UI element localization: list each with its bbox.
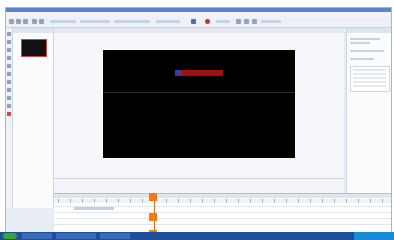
record-icon[interactable] — [205, 19, 210, 24]
taskbar-item[interactable] — [56, 233, 96, 239]
ruler-tick — [334, 199, 335, 202]
ruler-tick — [298, 199, 299, 202]
toolbar-group-5[interactable] — [216, 20, 230, 23]
ruler-tick — [370, 199, 371, 202]
ruler-tick — [214, 199, 215, 202]
timeline-ruler[interactable] — [54, 199, 391, 203]
tools-panel — [6, 28, 13, 208]
taskbar-item[interactable] — [22, 233, 52, 239]
ruler-tick — [250, 199, 251, 202]
fill-tool-icon[interactable] — [7, 104, 11, 108]
timeline-track — [54, 218, 391, 219]
timeline-panel — [54, 193, 391, 236]
text-tool-icon[interactable] — [7, 40, 11, 44]
line-tool-icon[interactable] — [7, 56, 11, 60]
property-table[interactable] — [350, 66, 390, 92]
ruler-tick — [58, 199, 59, 202]
start-button[interactable] — [3, 233, 17, 239]
shape-tool-icon[interactable] — [7, 48, 11, 52]
highlight-tool-icon[interactable] — [7, 80, 11, 84]
ruler-tick — [118, 199, 119, 202]
ruler-tick — [106, 199, 107, 202]
property-row[interactable] — [353, 85, 386, 87]
slides-panel — [13, 28, 54, 208]
logo-icon — [175, 70, 182, 76]
cut-icon[interactable] — [236, 19, 241, 24]
new-icon[interactable] — [9, 19, 14, 24]
undo-icon[interactable] — [32, 19, 37, 24]
system-tray — [354, 232, 394, 240]
toolbar-group-1[interactable] — [50, 20, 76, 23]
paste-icon[interactable] — [252, 19, 257, 24]
timeline-track — [54, 224, 391, 225]
ruler-tick — [286, 199, 287, 202]
ruler-tick — [94, 199, 95, 202]
toolbar-group-3[interactable] — [114, 20, 150, 23]
property-line — [350, 50, 384, 52]
zoom-tool-icon[interactable] — [7, 72, 11, 76]
property-row[interactable] — [353, 77, 386, 79]
toolbar-group-6[interactable] — [261, 20, 281, 23]
app-window — [5, 7, 392, 237]
guide-line — [103, 92, 295, 93]
timeline-track — [54, 212, 391, 213]
slide-thumbnail[interactable] — [21, 39, 47, 57]
ruler-tick — [178, 199, 179, 202]
ruler-tick — [322, 199, 323, 202]
property-row[interactable] — [353, 69, 386, 71]
slides-panel-header — [13, 28, 53, 33]
open-icon[interactable] — [16, 19, 21, 24]
info-bar — [54, 178, 344, 193]
toolbar-group-2[interactable] — [80, 20, 110, 23]
ruler-tick — [346, 199, 347, 202]
property-line — [350, 58, 374, 60]
image-tool-icon[interactable] — [7, 64, 11, 68]
ruler-tick — [358, 199, 359, 202]
toolbar — [6, 17, 391, 28]
copy-icon[interactable] — [244, 19, 249, 24]
ruler-tick — [190, 199, 191, 202]
ruler-tick — [274, 199, 275, 202]
canvas-area — [54, 28, 344, 178]
timeline-header — [54, 194, 391, 198]
timeline-marker[interactable] — [149, 193, 157, 201]
timeline-clip[interactable] — [74, 207, 114, 210]
record-tool-icon[interactable] — [7, 112, 11, 116]
toolbar-group-4[interactable] — [156, 20, 180, 23]
canvas-header — [54, 28, 344, 33]
ruler-tick — [382, 199, 383, 202]
ruler-tick — [238, 199, 239, 202]
save-icon[interactable] — [23, 19, 28, 24]
ruler-tick — [226, 199, 227, 202]
property-row[interactable] — [353, 81, 386, 83]
ruler-tick — [202, 199, 203, 202]
properties-header — [347, 28, 391, 33]
property-line — [350, 38, 380, 40]
properties-panel — [346, 28, 391, 208]
stage[interactable] — [103, 50, 295, 158]
screen — [0, 0, 394, 240]
ruler-tick — [262, 199, 263, 202]
play-icon[interactable] — [191, 19, 196, 24]
title-banner[interactable] — [175, 70, 223, 76]
eraser-tool-icon[interactable] — [7, 96, 11, 100]
select-tool-icon[interactable] — [7, 32, 11, 36]
property-line — [350, 42, 370, 44]
ruler-tick — [142, 199, 143, 202]
redo-icon[interactable] — [39, 19, 44, 24]
taskbar — [0, 232, 394, 240]
ruler-tick — [130, 199, 131, 202]
ruler-tick — [70, 199, 71, 202]
pointer-tool-icon[interactable] — [7, 88, 11, 92]
timeline-marker[interactable] — [149, 213, 157, 221]
ruler-tick — [166, 199, 167, 202]
ruler-tick — [310, 199, 311, 202]
taskbar-item[interactable] — [100, 233, 130, 239]
property-row[interactable] — [353, 73, 386, 75]
ruler-tick — [82, 199, 83, 202]
